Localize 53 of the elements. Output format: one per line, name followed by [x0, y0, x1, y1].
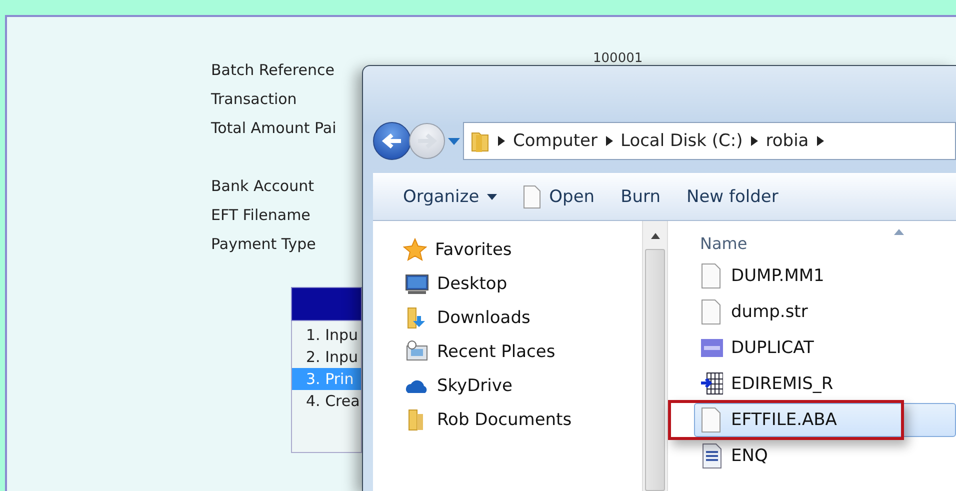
blank-file-icon [701, 299, 723, 325]
nav-item[interactable]: SkyDrive [437, 376, 512, 396]
menu-item[interactable]: 2. Inpu [292, 346, 361, 368]
breadcrumb[interactable]: Computer [513, 130, 598, 151]
dropdown-arrow-icon [447, 136, 461, 146]
nav-item[interactable]: Downloads [437, 308, 530, 328]
table-file-icon [701, 371, 723, 397]
scroll-up-icon [650, 233, 660, 239]
file-row[interactable]: EDIREMIS_R [694, 367, 956, 401]
file-row[interactable]: DUPLICAT [694, 331, 956, 365]
forward-arrow-icon [416, 132, 438, 150]
breadcrumb[interactable]: Local Disk (C:) [620, 130, 743, 151]
nav-item[interactable]: Desktop [437, 274, 508, 294]
document-icon [523, 184, 542, 209]
toolbar-button[interactable]: Burn [620, 186, 660, 207]
breadcrumb[interactable]: robia [766, 130, 809, 151]
monitor-icon [405, 272, 429, 296]
field-label: Bank Account [211, 176, 314, 197]
field-label: Payment Type [211, 234, 316, 255]
toolbar-button[interactable]: New folder [686, 186, 778, 207]
back-arrow-icon [381, 132, 403, 150]
nav-item[interactable]: Rob Documents [437, 410, 572, 430]
nav-item[interactable]: Recent Places [437, 342, 556, 362]
toolbar-button[interactable]: Organize [403, 186, 498, 207]
menu-item[interactable]: 4. Crea [292, 390, 361, 412]
blank-file-icon [701, 407, 723, 433]
scroll-thumb[interactable] [645, 249, 665, 491]
file-row[interactable]: DUMP.MM1 [694, 259, 956, 293]
menu-item[interactable]: 1. Inpu [292, 324, 361, 346]
text-file-icon [701, 443, 723, 469]
file-row[interactable]: dump.str [694, 295, 956, 329]
chevron-right-icon [498, 136, 505, 146]
chevron-right-icon [606, 136, 613, 146]
file-row[interactable]: EFTFILE.ABA [694, 403, 956, 437]
field-label: Batch Reference [211, 60, 334, 81]
back-button[interactable] [373, 122, 411, 160]
address-bar[interactable]: Computer Local Disk (C:) robia [463, 122, 956, 160]
blank-file-icon [701, 263, 723, 289]
star-icon [403, 238, 427, 262]
scrollbar[interactable] [642, 221, 668, 491]
chevron-right-icon [750, 136, 758, 146]
nav-item[interactable]: Favorites [435, 240, 512, 260]
field-label: Total Amount Pai [211, 118, 336, 139]
field-label: Transaction [211, 89, 297, 110]
caret-icon [487, 194, 498, 200]
sort-arrow-icon [894, 229, 904, 235]
column-header[interactable]: Name [700, 234, 748, 252]
toolbar-button[interactable]: Open [523, 184, 595, 209]
file-row[interactable]: ENQ [694, 439, 956, 473]
field-label: EFT Filename [211, 205, 310, 226]
menu-header [291, 287, 362, 321]
field-value: 100001 [593, 51, 643, 66]
chevron-right-icon [816, 136, 824, 146]
